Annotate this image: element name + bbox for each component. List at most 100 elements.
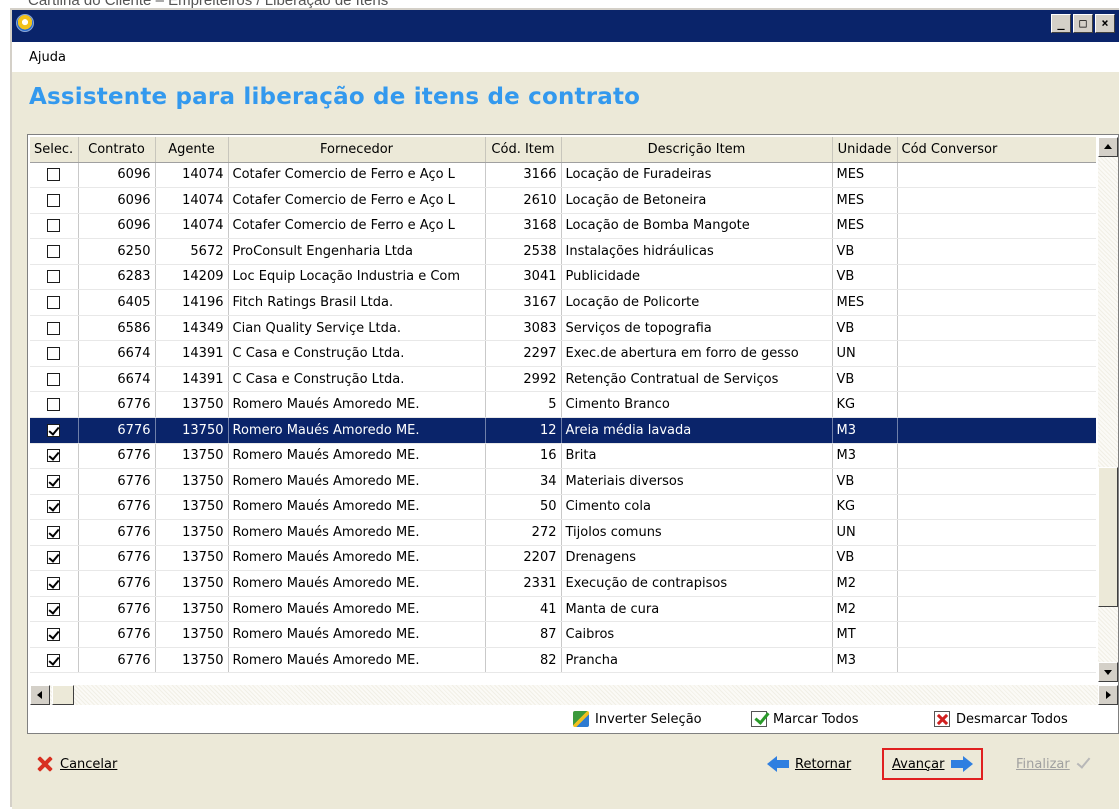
items-panel: Selec. Contrato Agente Fornecedor Cód. I…: [27, 134, 1119, 734]
table-row[interactable]: 6674 14391 C Casa e Construção Ltda. 2992 Re…: [30, 366, 1096, 393]
cell-contrato: 6776: [78, 621, 156, 648]
table-row[interactable]: 6776 13750 Romero Maués Amoredo ME. 272 Tijo…: [30, 519, 1096, 546]
cell-unidade: MES: [832, 162, 898, 189]
mark-all-button[interactable]: Marcar Todos: [751, 711, 859, 727]
cell-cod-item: 2331: [485, 570, 562, 597]
row-checkbox[interactable]: [47, 653, 61, 667]
row-checkbox[interactable]: [47, 219, 61, 233]
col-header-cod-item[interactable]: Cód. Item: [485, 137, 562, 163]
row-checkbox[interactable]: [47, 525, 61, 539]
vertical-scroll-thumb[interactable]: [1098, 467, 1118, 607]
cell-agente: 14074: [155, 213, 229, 240]
col-header-agente[interactable]: Agente: [155, 137, 229, 163]
row-checkbox[interactable]: [47, 398, 61, 412]
maximize-button[interactable]: □: [1073, 14, 1093, 33]
table-row[interactable]: 6776 13750 Romero Maués Amoredo ME. 5 Ciment…: [30, 391, 1096, 418]
table-header: Selec. Contrato Agente Fornecedor Cód. I…: [30, 137, 1096, 163]
row-checkbox[interactable]: [47, 168, 61, 182]
cell-contrato: 6405: [78, 289, 156, 316]
cell-agente: 14391: [155, 340, 229, 367]
row-checkbox[interactable]: [47, 321, 61, 335]
table-row[interactable]: 6586 14349 Cian Quality Serviçe Ltda. 3083 S…: [30, 315, 1096, 342]
col-header-descricao[interactable]: Descrição Item: [561, 137, 833, 163]
cell-conversor: [897, 545, 1096, 572]
cancel-x-icon: [36, 755, 54, 773]
col-header-contrato[interactable]: Contrato: [78, 137, 156, 163]
items-table: Selec. Contrato Agente Fornecedor Cód. I…: [30, 137, 1096, 674]
table-row[interactable]: 6776 13750 Romero Maués Amoredo ME. 2207 Dre…: [30, 545, 1096, 572]
col-header-fornecedor[interactable]: Fornecedor: [228, 137, 486, 163]
cell-agente: 14209: [155, 264, 229, 291]
cell-agente: 13750: [155, 647, 229, 674]
minimize-button[interactable]: _: [1051, 14, 1071, 33]
invert-selection-button[interactable]: Inverter Seleção: [573, 711, 702, 727]
cell-fornecedor: Romero Maués Amoredo ME.: [228, 417, 486, 444]
table-row[interactable]: 6776 13750 Romero Maués Amoredo ME. 2331 Exe…: [30, 570, 1096, 597]
row-checkbox[interactable]: [47, 244, 61, 258]
table-row[interactable]: 6096 14074 Cotafer Comercio de Ferro e Aço…: [30, 162, 1096, 189]
table-row[interactable]: 6776 13750 Romero Maués Amoredo ME. 41 Manta…: [30, 596, 1096, 623]
next-button[interactable]: Avançar: [882, 748, 983, 780]
col-header-selec[interactable]: Selec.: [30, 137, 79, 163]
row-checkbox[interactable]: [47, 270, 61, 284]
row-checkbox[interactable]: [47, 372, 61, 386]
cell-fornecedor: C Casa e Construção Ltda.: [228, 366, 486, 393]
cell-conversor: [897, 443, 1096, 470]
row-checkbox[interactable]: [47, 500, 61, 514]
cell-fornecedor: Romero Maués Amoredo ME.: [228, 621, 486, 648]
row-checkbox[interactable]: [47, 628, 61, 642]
scroll-left-button[interactable]: [30, 685, 50, 705]
back-button[interactable]: Retornar: [767, 750, 851, 778]
scroll-up-button[interactable]: [1098, 137, 1118, 157]
table-row[interactable]: 6096 14074 Cotafer Comercio de Ferro e Aço…: [30, 187, 1096, 214]
table-row[interactable]: 6776 13750 Romero Maués Amoredo ME. 87 Caibr…: [30, 621, 1096, 648]
table-row[interactable]: 6674 14391 C Casa e Construção Ltda. 2297 Ex…: [30, 340, 1096, 367]
selection-actions: Inverter Seleção Marcar Todos Desmarcar …: [28, 707, 1118, 733]
table-row[interactable]: 6405 14196 Fitch Ratings Brasil Ltda. 3167 L…: [30, 289, 1096, 316]
unmark-all-button[interactable]: Desmarcar Todos: [934, 711, 1068, 727]
cell-select: [30, 213, 79, 240]
scroll-down-button[interactable]: [1098, 662, 1118, 682]
col-header-conversor[interactable]: Cód Conversor: [897, 137, 1096, 163]
cell-agente: 13750: [155, 519, 229, 546]
horizontal-scroll-thumb[interactable]: [52, 685, 74, 705]
horizontal-scrollbar[interactable]: [30, 685, 1118, 705]
row-checkbox[interactable]: [47, 474, 61, 488]
table-row[interactable]: 6096 14074 Cotafer Comercio de Ferro e Aço…: [30, 213, 1096, 240]
table-row[interactable]: 6250 5672 ProConsult Engenharia Ltda 2538 In…: [30, 238, 1096, 265]
vertical-scrollbar[interactable]: [1098, 137, 1118, 682]
cell-fornecedor: Romero Maués Amoredo ME.: [228, 647, 486, 674]
row-checkbox[interactable]: [47, 577, 61, 591]
table-row[interactable]: 6776 13750 Romero Maués Amoredo ME. 12 Areia…: [30, 417, 1096, 444]
scroll-right-button[interactable]: [1098, 685, 1118, 705]
table-row[interactable]: 6776 13750 Romero Maués Amoredo ME. 50 Cimen…: [30, 494, 1096, 521]
table-row[interactable]: 6283 14209 Loc Equip Locação Industria e C…: [30, 264, 1096, 291]
row-checkbox[interactable]: [47, 449, 61, 463]
table-row[interactable]: 6776 13750 Romero Maués Amoredo ME. 34 Mater…: [30, 468, 1096, 495]
cell-unidade: MT: [832, 621, 898, 648]
menu-item-ajuda[interactable]: Ajuda: [29, 50, 66, 65]
cell-descricao: Exec.de abertura em forro de gesso: [561, 340, 833, 367]
cell-descricao: Locação de Furadeiras: [561, 162, 833, 189]
cell-descricao: Publicidade: [561, 264, 833, 291]
row-checkbox[interactable]: [47, 193, 61, 207]
col-header-unidade[interactable]: Unidade: [832, 137, 898, 163]
cell-select: [30, 596, 79, 623]
row-checkbox[interactable]: [47, 602, 61, 616]
cell-fornecedor: Cotafer Comercio de Ferro e Aço L: [228, 162, 486, 189]
row-checkbox[interactable]: [47, 423, 61, 437]
table-row[interactable]: 6776 13750 Romero Maués Amoredo ME. 16 Brita…: [30, 443, 1096, 470]
row-checkbox[interactable]: [47, 551, 61, 565]
cell-cod-item: 2992: [485, 366, 562, 393]
cell-cod-item: 34: [485, 468, 562, 495]
cell-unidade: M3: [832, 647, 898, 674]
cell-agente: 14074: [155, 162, 229, 189]
table-row[interactable]: 6776 13750 Romero Maués Amoredo ME. 82 Pranc…: [30, 647, 1096, 674]
close-button[interactable]: ×: [1095, 14, 1115, 33]
cell-cod-item: 82: [485, 647, 562, 674]
cancel-button[interactable]: Cancelar: [36, 750, 117, 778]
finish-button: Finalizar: [1016, 750, 1090, 778]
row-checkbox[interactable]: [47, 347, 61, 361]
row-checkbox[interactable]: [47, 296, 61, 309]
cell-cod-item: 87: [485, 621, 562, 648]
